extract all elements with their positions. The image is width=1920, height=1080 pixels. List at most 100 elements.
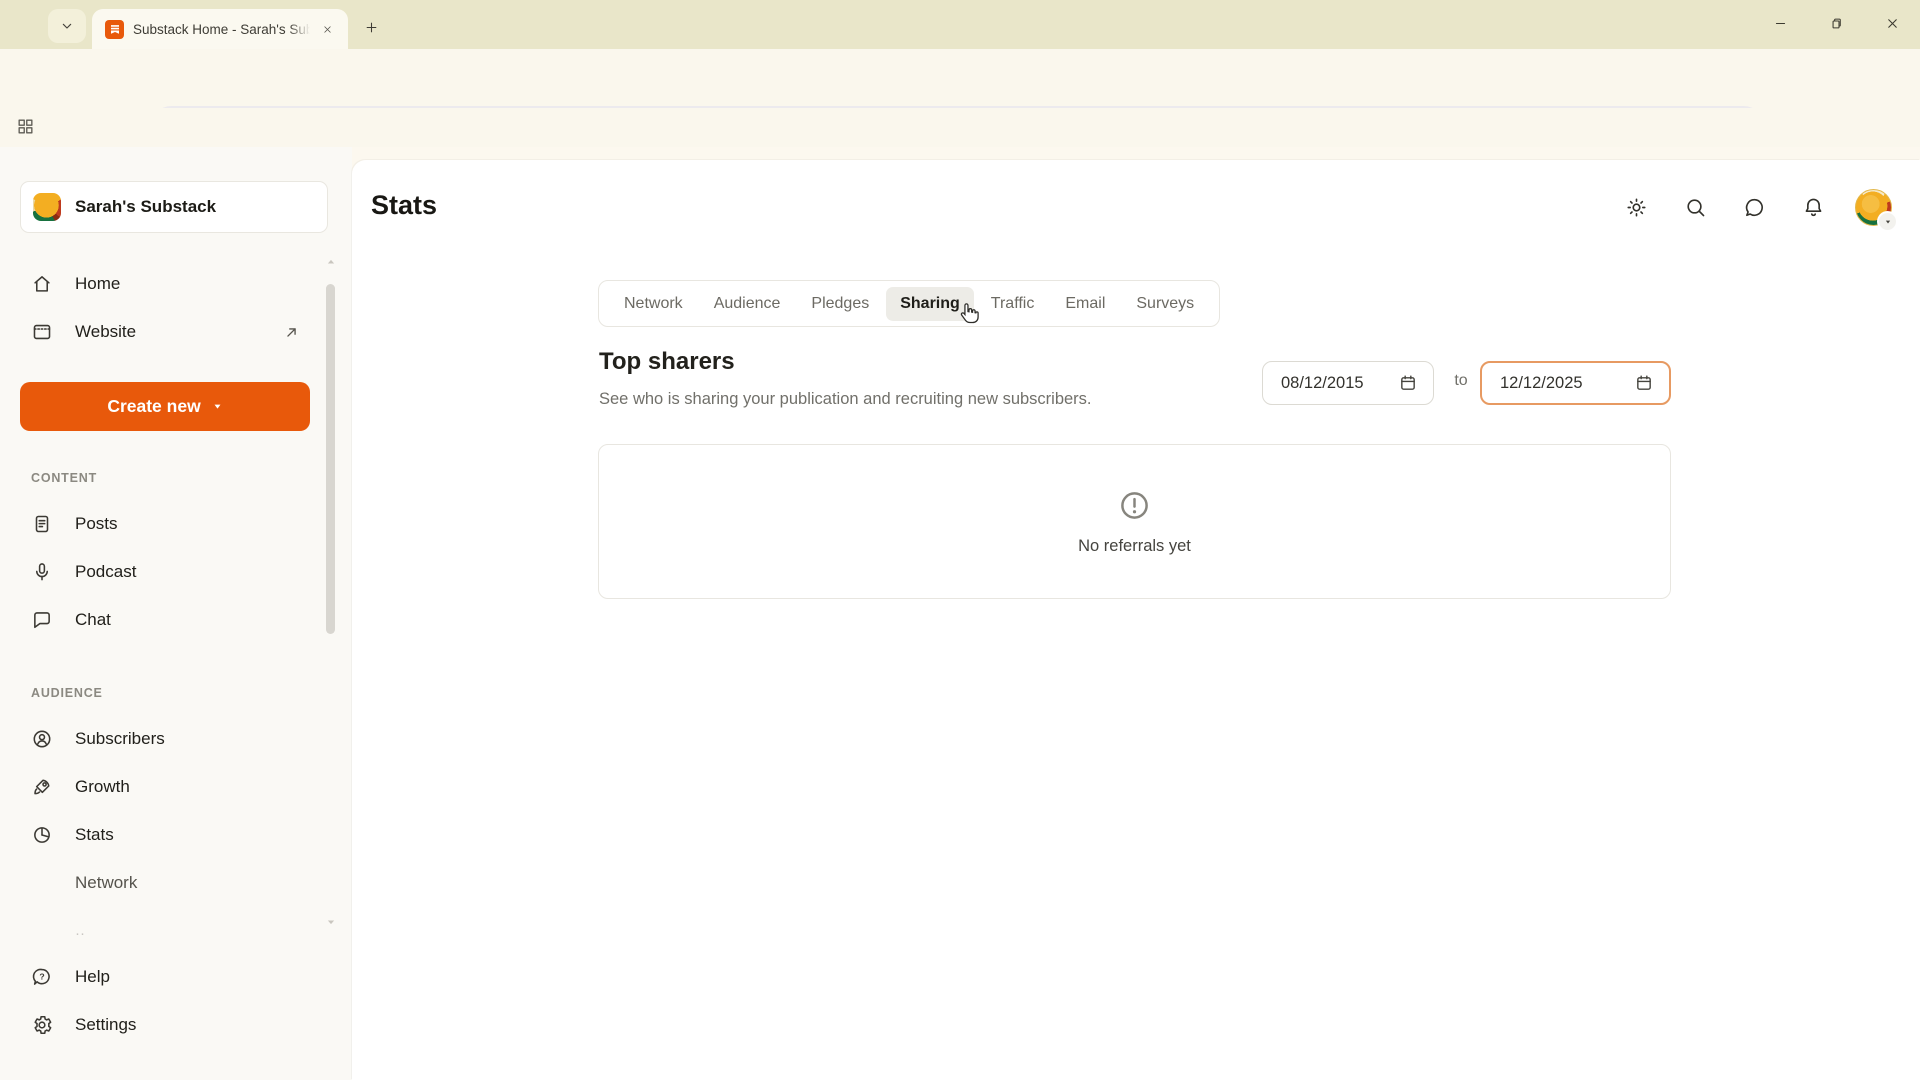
podcast-icon <box>31 561 53 583</box>
messages-button[interactable] <box>1736 189 1772 225</box>
chat-bubble-icon <box>31 609 53 631</box>
minimize-button[interactable] <box>1752 0 1808 46</box>
header-actions <box>1618 189 1831 225</box>
empty-state-message: No referrals yet <box>1078 537 1191 556</box>
sidebar-nav: Home Website Create new CONTENT Posts Podcast… <box>16 260 316 945</box>
scrollbar-down-icon[interactable] <box>325 917 337 927</box>
sidebar-item-chat[interactable]: Chat <box>16 596 316 644</box>
empty-state-card: No referrals yet <box>598 444 1671 599</box>
browser-tab[interactable]: Substack Home - Sarah's Subst <box>92 9 348 49</box>
close-icon <box>1885 16 1900 31</box>
sidebar-section-header: AUDIENCE <box>16 685 316 701</box>
website-icon <box>31 321 53 343</box>
notifications-button[interactable] <box>1795 189 1831 225</box>
new-tab-button[interactable] <box>356 12 386 42</box>
sidebar-item-label: Podcast <box>75 562 301 582</box>
tab-traffic[interactable]: Traffic <box>977 287 1049 321</box>
section-subtitle: See who is sharing your publication and … <box>599 390 1092 409</box>
tab-search-button[interactable] <box>48 9 86 43</box>
sidebar-item-podcast[interactable]: Podcast <box>16 548 316 596</box>
sidebar-item-subscribers[interactable]: Subscribers <box>16 715 316 763</box>
publication-name: Sarah's Substack <box>75 197 216 217</box>
sidebar-item-stats[interactable]: Stats <box>16 811 316 859</box>
tab-audience[interactable]: Audience <box>700 287 795 321</box>
create-new-button[interactable]: Create new <box>20 382 310 431</box>
substack-favicon-icon <box>105 20 124 39</box>
sidebar-item-posts[interactable]: Posts <box>16 500 316 548</box>
sidebar-section-header: CONTENT <box>16 470 316 486</box>
tab-surveys[interactable]: Surveys <box>1122 287 1208 321</box>
sidebar-item-network[interactable]: Network <box>16 859 316 907</box>
sidebar-item-help[interactable]: ? Help <box>16 953 316 1001</box>
browser-titlebar: Substack Home - Sarah's Subst <box>0 0 1920 49</box>
sidebar-item-label: Growth <box>75 777 301 797</box>
alert-circle-icon <box>1117 488 1152 523</box>
sidebar-item-home[interactable]: Home <box>16 260 316 308</box>
caret-down-icon <box>212 401 223 412</box>
post-icon <box>31 513 53 535</box>
sidebar-item-settings[interactable]: Settings <box>16 1001 316 1049</box>
page-title: Stats <box>371 190 437 221</box>
date-from-value[interactable]: 08/12/2015 <box>1281 374 1388 393</box>
screen: Substack Home - Sarah's Subst f327cec3.s… <box>0 0 1920 1080</box>
bell-icon <box>1802 196 1825 219</box>
calendar-icon[interactable] <box>1398 373 1418 393</box>
theme-toggle-button[interactable] <box>1618 189 1654 225</box>
main-panel: Stats NetworkAudiencePledgesSharingTraff… <box>352 160 1920 1080</box>
sidebar-item-label: Network <box>75 873 301 893</box>
window-controls <box>1752 0 1920 46</box>
chevron-down-icon <box>59 18 75 34</box>
tab-email[interactable]: Email <box>1051 287 1119 321</box>
sidebar-item-label: Help <box>75 967 301 987</box>
grid-icon[interactable] <box>16 117 35 136</box>
sidebar-item-partial: ·· <box>16 925 316 945</box>
publication-logo <box>33 193 61 221</box>
home-icon <box>31 273 53 295</box>
tab-close-icon[interactable] <box>319 21 336 38</box>
date-to-input[interactable]: 12/12/2025 <box>1480 361 1671 405</box>
calendar-icon[interactable] <box>1634 373 1654 393</box>
browser-toolbar: f327cec3.substack.com/publish/stats/shar… <box>0 49 1920 108</box>
theme-sun-icon <box>1625 196 1648 219</box>
publication-selector[interactable]: Sarah's Substack <box>20 181 328 233</box>
bookmarks-bar <box>0 108 1920 147</box>
sidebar-item-label: Website <box>75 322 260 342</box>
chat-round-icon <box>1743 196 1766 219</box>
help-icon: ? <box>31 966 53 988</box>
external-link-icon <box>282 323 301 342</box>
sidebar-item-website[interactable]: Website <box>16 308 316 356</box>
stats-tabs: NetworkAudiencePledgesSharingTrafficEmai… <box>598 280 1220 327</box>
restore-button[interactable] <box>1808 0 1864 46</box>
sidebar-footer: ? Help Settings <box>16 953 316 1049</box>
sidebar-item-label: Posts <box>75 514 301 534</box>
stats-icon <box>31 824 53 846</box>
sidebar: Sarah's Substack Home Website Create new CO… <box>0 147 352 1080</box>
sidebar-item-label: Stats <box>75 825 301 845</box>
create-new-label: Create new <box>107 396 200 417</box>
plus-icon <box>364 20 379 35</box>
avatar-dropdown-badge[interactable] <box>1879 213 1896 230</box>
caret-down-icon <box>1884 218 1892 226</box>
close-button[interactable] <box>1864 0 1920 46</box>
date-from-input[interactable]: 08/12/2015 <box>1262 361 1434 405</box>
sidebar-item-growth[interactable]: Growth <box>16 763 316 811</box>
tab-sharing[interactable]: Sharing <box>886 287 974 321</box>
search-icon <box>1684 196 1707 219</box>
subscribers-icon <box>31 728 53 750</box>
page-background: Sarah's Substack Home Website Create new CO… <box>0 147 1920 1080</box>
search-button[interactable] <box>1677 189 1713 225</box>
date-to-value[interactable]: 12/12/2025 <box>1500 374 1624 393</box>
growth-icon <box>31 776 53 798</box>
tab-network[interactable]: Network <box>610 287 697 321</box>
sidebar-item-label: Chat <box>75 610 301 630</box>
tab-pledges[interactable]: Pledges <box>797 287 883 321</box>
tab-title: Substack Home - Sarah's Subst <box>133 22 310 37</box>
scrollbar-up-icon[interactable] <box>325 257 337 267</box>
section-title: Top sharers <box>599 348 735 376</box>
restore-icon <box>1829 16 1844 31</box>
sidebar-item-label: Home <box>75 274 301 294</box>
date-range-separator: to <box>1442 372 1480 390</box>
sidebar-scrollbar-thumb[interactable] <box>326 284 335 634</box>
minimize-icon <box>1773 16 1788 31</box>
settings-icon <box>31 1014 53 1036</box>
